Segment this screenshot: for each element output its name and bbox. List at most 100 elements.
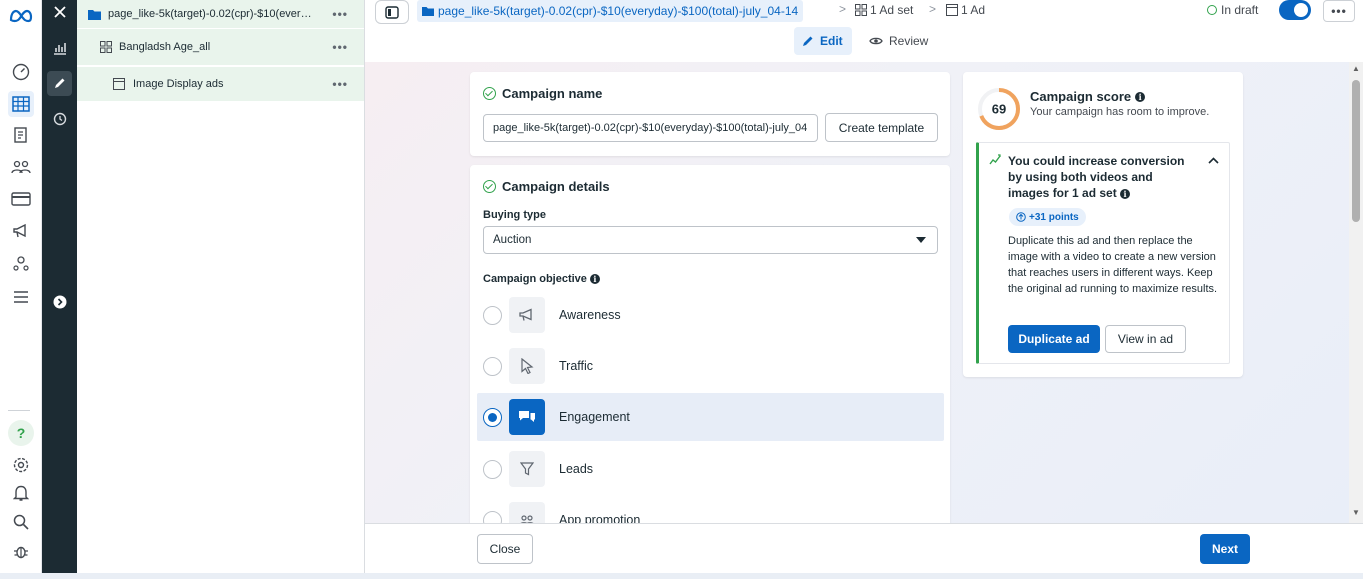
megaphone-icon: [509, 297, 545, 333]
expand-panel-chevron-icon[interactable]: [47, 289, 72, 314]
dropdown-caret-icon: [916, 237, 926, 243]
objective-radio-selected[interactable]: [483, 407, 502, 427]
reports-icon[interactable]: [8, 122, 34, 148]
tab-edit-label: Edit: [820, 34, 843, 48]
view-in-ad-button[interactable]: View in ad: [1105, 325, 1186, 353]
recommendation-title-text: You could increase conversion by using b…: [1008, 154, 1185, 200]
tree-campaign-label: page_like-5k(target)-0.02(cpr)-$10(every…: [108, 8, 313, 20]
objective-label: Awareness: [559, 308, 621, 322]
campaign-details-heading: Campaign details: [483, 179, 610, 194]
complete-check-icon: [483, 87, 496, 100]
objective-radio[interactable]: [483, 305, 502, 325]
tree-adset-label: Bangladsh Age_all: [119, 41, 211, 53]
create-template-button[interactable]: Create template: [825, 113, 938, 142]
tab-edit[interactable]: Edit: [794, 27, 852, 55]
adset-grid-icon: [100, 41, 112, 53]
ad-image-icon: [113, 78, 125, 90]
campaign-on-off-toggle[interactable]: [1279, 0, 1311, 20]
objective-radio[interactable]: [483, 510, 502, 523]
scrollbar-thumb[interactable]: [1352, 80, 1360, 222]
business-users-icon[interactable]: [8, 250, 34, 276]
objective-option-leads[interactable]: Leads: [477, 445, 944, 493]
eye-icon: [869, 37, 883, 45]
duplicate-ad-button[interactable]: Duplicate ad: [1008, 325, 1100, 353]
objective-label: Leads: [559, 462, 594, 476]
objective-option-app-promotion[interactable]: App promotion: [477, 496, 944, 523]
close-button[interactable]: Close: [477, 534, 533, 564]
edit-pencil-icon[interactable]: [47, 71, 72, 96]
campaign-score-ring: 69: [978, 88, 1020, 130]
campaign-score-value: 69: [992, 102, 1006, 117]
tree-row-adset[interactable]: Bangladsh Age_all •••: [77, 28, 364, 65]
draft-status-icon: [1207, 5, 1217, 15]
help-question-icon[interactable]: ?: [8, 420, 34, 446]
scroll-down-arrow-icon[interactable]: ▼: [1351, 508, 1361, 517]
campaign-name-input[interactable]: page_like-5k(target)-0.02(cpr)-$10(every…: [483, 114, 818, 142]
performance-chart-icon[interactable]: [47, 35, 72, 60]
editor-main-area: Campaign name page_like-5k(target)-0.02(…: [365, 62, 1349, 523]
scroll-up-arrow-icon[interactable]: ▲: [1351, 64, 1361, 73]
tree-adset-more-button[interactable]: •••: [332, 40, 348, 54]
info-icon[interactable]: i: [1120, 189, 1131, 199]
breadcrumb-campaign[interactable]: page_like-5k(target)-0.02(cpr)-$10(every…: [417, 0, 804, 22]
tree-row-ad[interactable]: Image Display ads •••: [77, 66, 364, 101]
left-nav-rail: ?: [0, 0, 42, 579]
info-icon[interactable]: i: [589, 274, 600, 284]
trend-sparkle-icon: [989, 154, 1001, 165]
report-bug-icon[interactable]: [8, 538, 34, 564]
main-scrollbar[interactable]: ▲ ▼: [1349, 62, 1363, 523]
audiences-icon[interactable]: [8, 154, 34, 180]
next-button[interactable]: Next: [1200, 534, 1250, 564]
all-tools-menu-icon[interactable]: [8, 284, 34, 310]
history-clock-icon[interactable]: [47, 106, 72, 131]
objective-option-traffic[interactable]: Traffic: [477, 342, 944, 390]
score-points-badge: +31 points: [1009, 208, 1086, 226]
objective-label: Engagement: [559, 410, 630, 424]
buying-type-select[interactable]: Auction: [483, 226, 938, 254]
campaign-objective-text: Campaign objective: [483, 273, 587, 285]
toggle-sidebar-button[interactable]: [375, 0, 409, 24]
campaign-score-title: Campaign score: [1030, 89, 1132, 104]
recommendation-title: You could increase conversion by using b…: [1008, 153, 1188, 201]
tree-row-campaign[interactable]: page_like-5k(target)-0.02(cpr)-$10(every…: [77, 0, 364, 28]
breadcrumb-separator: >: [839, 2, 847, 16]
collapse-chevron-up-icon[interactable]: [1208, 157, 1219, 164]
ad-image-icon: [946, 4, 958, 16]
settings-gear-icon[interactable]: [8, 452, 34, 478]
editor-top-bar: page_like-5k(target)-0.02(cpr)-$10(every…: [365, 0, 1363, 62]
search-icon[interactable]: [8, 509, 34, 535]
info-icon[interactable]: i: [1135, 91, 1146, 102]
close-editor-icon[interactable]: [47, 0, 72, 24]
breadcrumb-ad-label: 1 Ad: [961, 3, 986, 17]
breadcrumb-separator: >: [929, 2, 937, 16]
breadcrumb-ad[interactable]: 1 Ad: [946, 3, 985, 17]
objective-radio[interactable]: [483, 356, 502, 376]
campaigns-megaphone-icon[interactable]: [8, 218, 34, 244]
ads-manager-table-icon[interactable]: [8, 91, 34, 117]
score-points-text: +31 points: [1029, 211, 1079, 223]
campaign-name-heading: Campaign name: [483, 86, 602, 101]
campaign-name-card: Campaign name page_like-5k(target)-0.02(…: [470, 72, 950, 156]
bottom-strip: [0, 573, 1363, 579]
score-recommendation-box: You could increase conversion by using b…: [976, 142, 1230, 364]
objective-option-awareness[interactable]: Awareness: [477, 291, 944, 339]
tree-campaign-more-button[interactable]: •••: [332, 7, 348, 21]
objective-radio[interactable]: [483, 459, 502, 479]
objective-label: Traffic: [559, 359, 594, 373]
tab-review[interactable]: Review: [861, 27, 936, 55]
tree-ad-more-button[interactable]: •••: [332, 77, 348, 91]
meta-logo-icon[interactable]: [8, 3, 34, 29]
tree-ad-label: Image Display ads: [133, 78, 224, 90]
objective-option-engagement[interactable]: Engagement: [477, 393, 944, 441]
more-options-button[interactable]: •••: [1323, 0, 1355, 22]
breadcrumb-adset-label: 1 Ad set: [870, 3, 914, 17]
breadcrumb-adset[interactable]: 1 Ad set: [855, 3, 913, 17]
adset-grid-icon: [855, 4, 867, 16]
billing-card-icon[interactable]: [8, 186, 34, 212]
campaign-details-card: Campaign details Buying type Auction Cam…: [470, 165, 950, 523]
campaign-details-title: Campaign details: [502, 179, 610, 194]
dashboard-gauge-icon[interactable]: [8, 59, 34, 85]
funnel-filter-icon: [509, 451, 545, 487]
campaign-tree-panel: page_like-5k(target)-0.02(cpr)-$10(every…: [77, 0, 365, 579]
notifications-bell-icon[interactable]: [8, 480, 34, 506]
